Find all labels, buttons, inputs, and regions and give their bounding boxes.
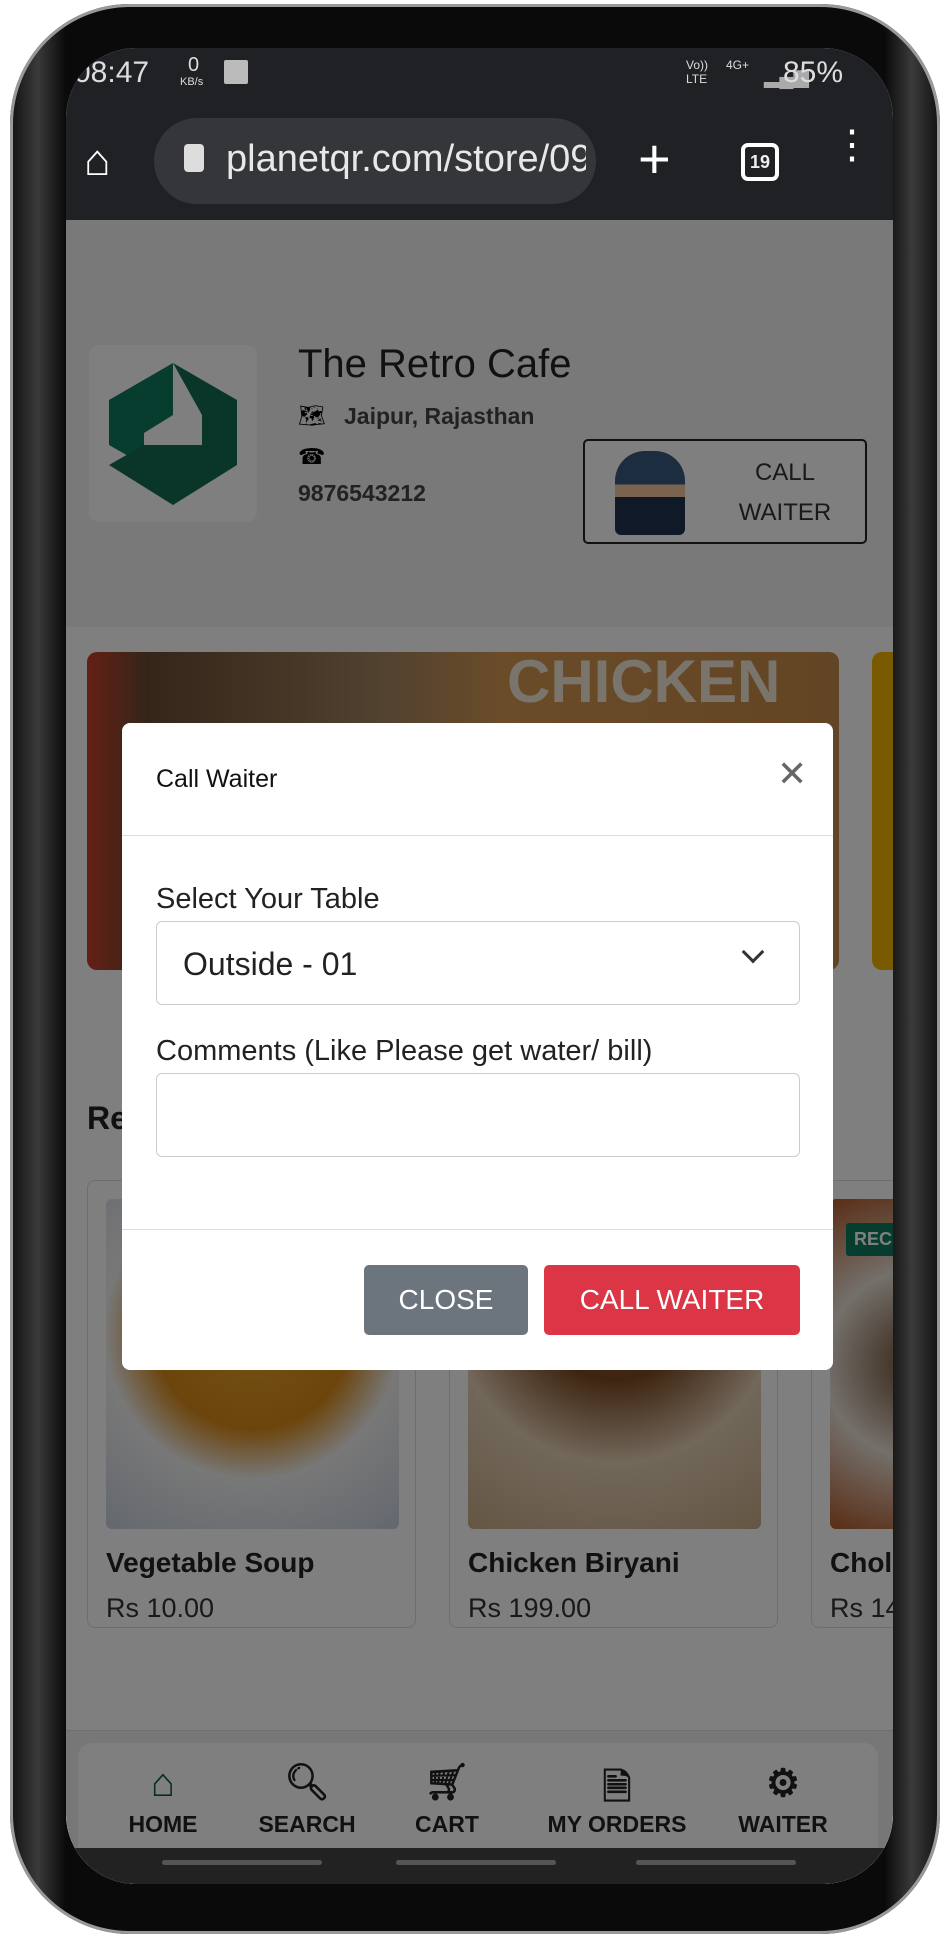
network-label: Vo)) LTE (686, 58, 709, 86)
menu-icon[interactable]: ⋮ (832, 125, 872, 165)
net-speed: 0 (188, 54, 200, 76)
gesture-handle (636, 1860, 796, 1865)
comments-input[interactable] (156, 1073, 800, 1157)
tab-count-button[interactable]: 19 (741, 143, 779, 181)
modal-footer-divider (122, 1229, 833, 1230)
gesture-bar (66, 1848, 893, 1884)
gesture-handle (162, 1860, 322, 1865)
modal-title: Call Waiter (156, 765, 278, 793)
wifi-icon (224, 60, 248, 84)
url-bar[interactable]: planetqr.com/store/09 (154, 118, 596, 204)
modal-header-divider (122, 835, 833, 836)
chevron-down-icon (741, 940, 765, 964)
network-type: 4G+ (726, 58, 750, 72)
close-button[interactable]: CLOSE (364, 1265, 528, 1335)
phone-screen: 08:47 0 KB/s Vo)) LTE 4G+ ▂▄▆ 85% ⌂ plan… (66, 48, 893, 1884)
new-tab-icon[interactable]: + (638, 126, 671, 191)
browser-chrome: 08:47 0 KB/s Vo)) LTE 4G+ ▂▄▆ 85% ⌂ plan… (66, 48, 893, 220)
net-unit: KB/s (180, 76, 204, 88)
home-icon[interactable]: ⌂ (84, 136, 111, 186)
table-select[interactable]: Outside - 01 (156, 921, 800, 1005)
table-label: Select Your Table (156, 883, 380, 915)
status-time: 08:47 (74, 56, 150, 89)
lock-icon (184, 144, 204, 172)
close-icon[interactable]: ✕ (777, 753, 807, 795)
url-text: planetqr.com/store/09 (226, 138, 586, 180)
battery-level: 85% (783, 56, 844, 89)
call-waiter-modal: Call Waiter ✕ Select Your Table Outside … (122, 723, 833, 1370)
comments-label: Comments (Like Please get water/ bill) (156, 1035, 653, 1067)
gesture-handle (396, 1860, 556, 1865)
table-select-value: Outside - 01 (183, 946, 358, 982)
call-waiter-button[interactable]: CALL WAITER (544, 1265, 800, 1335)
